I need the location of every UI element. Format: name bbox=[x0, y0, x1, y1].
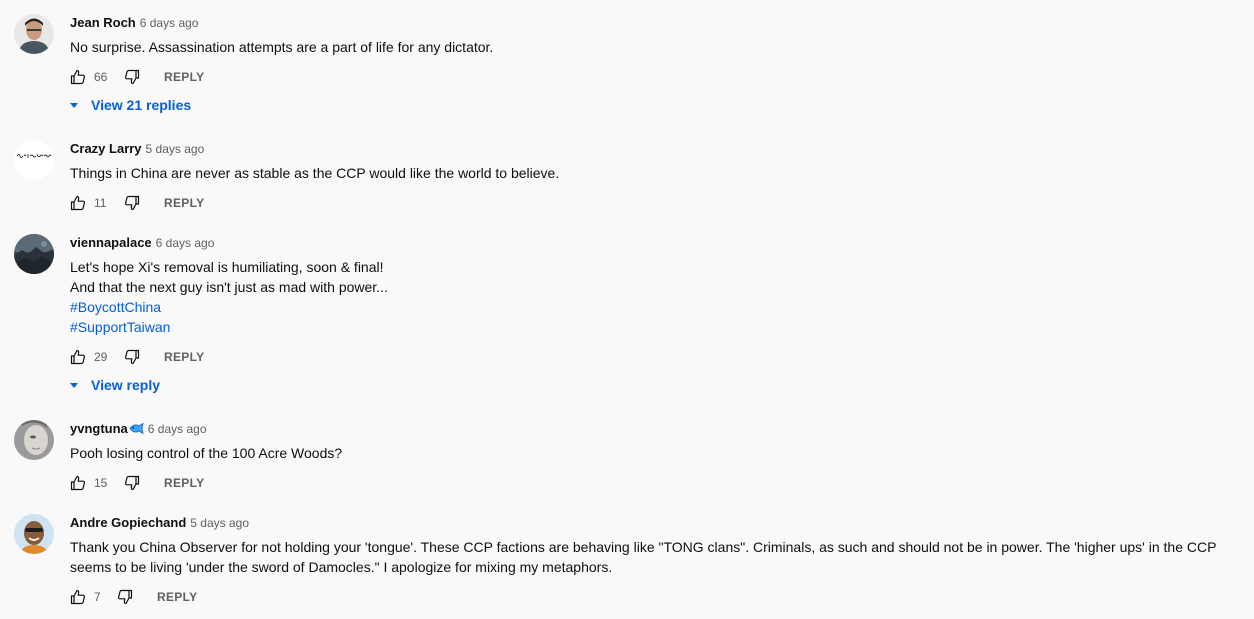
like-button[interactable] bbox=[70, 345, 88, 369]
thumbs-up-icon bbox=[70, 69, 86, 85]
comment-time[interactable]: 6 days ago bbox=[148, 422, 207, 436]
smiling-man-photo-avatar-icon bbox=[14, 514, 54, 554]
thumbs-down-icon bbox=[117, 589, 133, 605]
person-photo-avatar-icon bbox=[14, 14, 54, 54]
thumbs-down-icon bbox=[124, 69, 140, 85]
comment-toolbar: 11 REPLY bbox=[70, 191, 1240, 215]
author-name[interactable]: viennapalace bbox=[70, 235, 152, 250]
author-name[interactable]: yvngtuna bbox=[70, 421, 128, 436]
comment-header: yvngtuna 6 days ago bbox=[70, 420, 1240, 438]
like-count: 66 bbox=[94, 70, 108, 84]
comment-body: Andre Gopiechand 5 days ago Thank you Chi… bbox=[70, 514, 1240, 609]
comment-toolbar: 66 REPLY bbox=[70, 65, 1240, 89]
comment-body: viennapalace 6 days ago Let's hope Xi's r… bbox=[70, 234, 1240, 369]
comment-toolbar: 15 REPLY bbox=[70, 471, 1240, 495]
dislike-button[interactable] bbox=[124, 191, 142, 215]
reply-button[interactable]: REPLY bbox=[164, 471, 204, 495]
thumbs-down-icon bbox=[124, 475, 140, 491]
author-name[interactable]: Jean Roch bbox=[70, 15, 136, 30]
comments-section: Jean Roch 6 days ago No surprise. Assassi… bbox=[0, 0, 1254, 619]
like-count: 29 bbox=[94, 350, 108, 364]
reply-button[interactable]: REPLY bbox=[164, 191, 204, 215]
comment-header: viennapalace 6 days ago bbox=[70, 234, 1240, 252]
avatar[interactable] bbox=[14, 14, 54, 54]
we-the-people-script-avatar-icon bbox=[14, 140, 54, 180]
reply-button[interactable]: REPLY bbox=[164, 65, 204, 89]
thumbs-down-icon bbox=[124, 195, 140, 211]
comment-text-line: Pooh losing control of the 100 Acre Wood… bbox=[70, 445, 343, 461]
comment-time[interactable]: 6 days ago bbox=[156, 236, 215, 250]
view-replies-label: View 21 replies bbox=[91, 97, 192, 113]
view-replies-button[interactable]: View reply bbox=[68, 374, 160, 396]
dislike-button[interactable] bbox=[124, 345, 142, 369]
view-replies-button[interactable]: View 21 replies bbox=[68, 94, 191, 116]
like-button[interactable] bbox=[70, 585, 88, 609]
like-count: 11 bbox=[94, 196, 107, 210]
comment-header: Jean Roch 6 days ago bbox=[70, 14, 1240, 32]
comment-text-line: Thank you China Observer for not holding… bbox=[70, 539, 1217, 575]
view-replies-label: View reply bbox=[91, 377, 161, 393]
comment-text: Thank you China Observer for not holding… bbox=[70, 537, 1240, 577]
comment-time[interactable]: 5 days ago bbox=[146, 142, 205, 156]
comment-body: yvngtuna 6 days ago Pooh losing control o… bbox=[70, 420, 1240, 495]
comment-toolbar: 29 REPLY bbox=[70, 345, 1240, 369]
avatar[interactable] bbox=[14, 514, 54, 554]
dislike-button[interactable] bbox=[124, 65, 142, 89]
like-button[interactable] bbox=[70, 65, 88, 89]
comment-text-line: And that the next guy isn't just as mad … bbox=[70, 279, 388, 295]
comment-text: Let's hope Xi's removal is humiliating, … bbox=[70, 257, 1240, 337]
comment-time[interactable]: 5 days ago bbox=[190, 516, 249, 530]
dislike-button[interactable] bbox=[124, 471, 142, 495]
thumbs-up-icon bbox=[70, 349, 86, 365]
caret-down-icon bbox=[70, 383, 78, 388]
reply-button[interactable]: REPLY bbox=[157, 585, 197, 609]
thumbs-down-icon bbox=[124, 349, 140, 365]
thumbs-up-icon bbox=[70, 195, 86, 211]
comment-text-line: Things in China are never as stable as t… bbox=[70, 165, 560, 181]
comment-header: Crazy Larry 5 days ago bbox=[70, 140, 1240, 158]
landscape-photo-avatar-icon bbox=[14, 234, 54, 274]
like-count: 7 bbox=[94, 590, 101, 604]
author-name[interactable]: Andre Gopiechand bbox=[70, 515, 186, 530]
comment-body: Crazy Larry 5 days ago Things in China ar… bbox=[70, 140, 1240, 215]
thumbs-up-icon bbox=[70, 589, 86, 605]
fish-emoji-icon bbox=[129, 422, 144, 435]
avatar[interactable] bbox=[14, 140, 54, 180]
comment-body: Jean Roch 6 days ago No surprise. Assassi… bbox=[70, 14, 1240, 89]
face-photo-avatar-icon bbox=[14, 420, 54, 460]
like-button[interactable] bbox=[70, 191, 88, 215]
reply-button[interactable]: REPLY bbox=[164, 345, 204, 369]
hashtag-link[interactable]: #SupportTaiwan bbox=[70, 317, 1240, 337]
author-name[interactable]: Crazy Larry bbox=[70, 141, 142, 156]
comment-text: Pooh losing control of the 100 Acre Wood… bbox=[70, 443, 1240, 463]
dislike-button[interactable] bbox=[117, 585, 135, 609]
avatar[interactable] bbox=[14, 234, 54, 274]
comment-time[interactable]: 6 days ago bbox=[140, 16, 199, 30]
hashtag-link[interactable]: #BoycottChina bbox=[70, 297, 1240, 317]
comment-header: Andre Gopiechand 5 days ago bbox=[70, 514, 1240, 532]
comment-text: Things in China are never as stable as t… bbox=[70, 163, 1240, 183]
comment-text: No surprise. Assassination attempts are … bbox=[70, 37, 1240, 57]
comment-text-line: Let's hope Xi's removal is humiliating, … bbox=[70, 259, 384, 275]
like-button[interactable] bbox=[70, 471, 88, 495]
like-count: 15 bbox=[94, 476, 108, 490]
thumbs-up-icon bbox=[70, 475, 86, 491]
comment-toolbar: 7 REPLY bbox=[70, 585, 1240, 609]
comment-text-line: No surprise. Assassination attempts are … bbox=[70, 39, 494, 55]
avatar[interactable] bbox=[14, 420, 54, 460]
caret-down-icon bbox=[70, 103, 78, 108]
